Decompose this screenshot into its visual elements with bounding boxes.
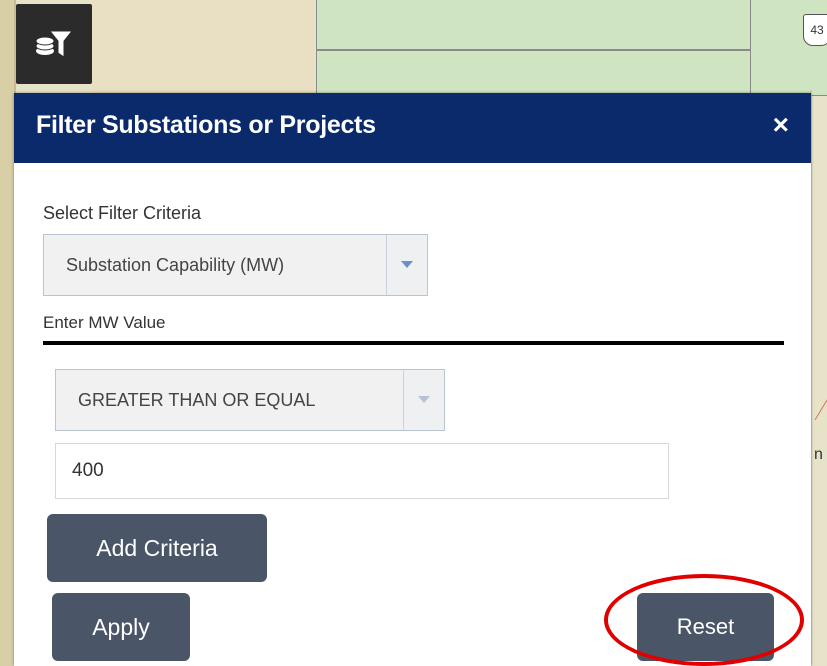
operator-select-value: GREATER THAN OR EQUAL <box>78 389 316 410</box>
criteria-select[interactable]: Substation Capability (MW) <box>43 234 428 296</box>
reset-button[interactable]: Reset <box>637 593 774 661</box>
operator-select[interactable]: GREATER THAN OR EQUAL <box>55 369 445 431</box>
section-divider <box>43 341 784 345</box>
filter-panel: Filter Substations or Projects × Select … <box>14 93 811 666</box>
layers-filter-icon <box>35 30 74 58</box>
road-label: 43 <box>810 23 824 37</box>
chevron-down-icon[interactable] <box>403 370 444 430</box>
panel-title: Filter Substations or Projects <box>36 111 376 139</box>
chevron-down-icon[interactable] <box>386 235 427 295</box>
panel-header: Filter Substations or Projects × <box>14 93 811 163</box>
enter-value-label: Enter MW Value <box>43 313 166 332</box>
criteria-select-value: Substation Capability (MW) <box>66 254 285 275</box>
filter-toggle-button[interactable] <box>16 4 92 84</box>
select-criteria-label: Select Filter Criteria <box>43 203 202 223</box>
road-shield-icon: 43 <box>803 14 827 46</box>
close-button[interactable]: × <box>773 111 789 139</box>
mw-value-input[interactable]: 400 <box>55 443 669 499</box>
add-criteria-button[interactable]: Add Criteria <box>47 514 267 582</box>
apply-button[interactable]: Apply <box>52 593 190 661</box>
map-edge-label: n <box>814 446 823 463</box>
